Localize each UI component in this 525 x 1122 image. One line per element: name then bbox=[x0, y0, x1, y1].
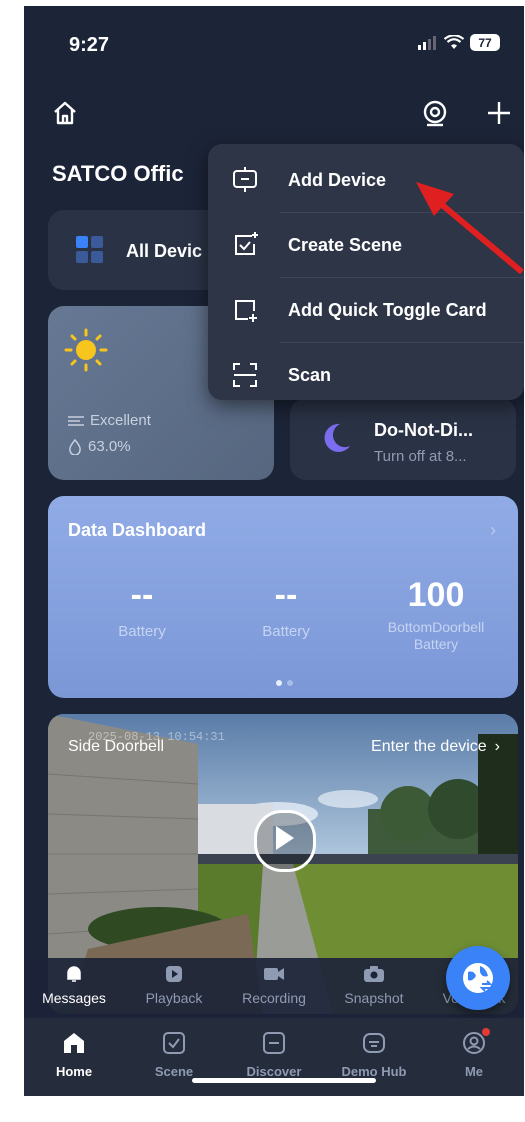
app-screen: 9:27 77 SATCO Offic All Devic Excellent … bbox=[24, 6, 524, 1096]
playback-icon bbox=[166, 966, 182, 982]
signal-icon bbox=[418, 35, 436, 50]
dashboard-item: 100 BottomDoorbell Battery bbox=[364, 576, 508, 653]
dashboard-label: BottomDoorbell Battery bbox=[387, 619, 485, 652]
playback-action[interactable]: Playback bbox=[124, 964, 224, 1026]
create-scene-icon bbox=[235, 232, 258, 255]
notification-dot bbox=[482, 1028, 490, 1036]
nav-home[interactable]: Home bbox=[24, 1018, 124, 1096]
moon-icon bbox=[324, 423, 350, 452]
do-not-disturb-card[interactable]: Do-Not-Di... Turn off at 8... bbox=[290, 398, 516, 480]
grid-icon bbox=[76, 236, 103, 263]
wifi-icon bbox=[444, 35, 464, 49]
dashboard-label: Battery bbox=[262, 623, 310, 640]
dashboard-title: Data Dashboard bbox=[68, 520, 207, 540]
dnd-title: Do-Not-Di... bbox=[374, 420, 473, 440]
home-title: SATCO Offic bbox=[52, 161, 184, 186]
nav-label: Me bbox=[464, 1064, 484, 1079]
humidity-value: 63.0% bbox=[88, 438, 131, 455]
menu-item-label: Create Scene bbox=[288, 234, 403, 255]
nav-scene[interactable]: Scene bbox=[124, 1018, 224, 1096]
nav-label: Discover bbox=[246, 1064, 302, 1079]
action-label: Playback bbox=[145, 990, 203, 1006]
home-indicator bbox=[192, 1078, 376, 1083]
snapshot-action[interactable]: Snapshot bbox=[324, 964, 424, 1026]
air-quality-value: Excellent bbox=[90, 412, 151, 429]
action-label: Messages bbox=[42, 990, 106, 1006]
bell-icon bbox=[67, 966, 81, 982]
droplet-icon bbox=[69, 438, 81, 455]
menu-scan[interactable]: Scan bbox=[208, 343, 524, 407]
add-device-icon bbox=[233, 167, 257, 192]
quick-toggle-icon bbox=[235, 300, 257, 322]
humidity-row: 63.0% bbox=[68, 438, 131, 455]
nav-demo-hub[interactable]: Demo Hub bbox=[324, 1018, 424, 1096]
menu-item-label: Add Device bbox=[288, 169, 387, 190]
dashboard-value: -- bbox=[274, 576, 298, 614]
home-icon bbox=[64, 1033, 84, 1053]
page-indicator bbox=[276, 680, 293, 686]
enter-device-link[interactable]: Enter the device › bbox=[371, 738, 500, 756]
demo-hub-icon bbox=[363, 1033, 385, 1053]
discover-icon bbox=[263, 1032, 285, 1054]
globe-icon bbox=[463, 963, 493, 993]
camera-timestamp: 2025-08-13 10:54:31 bbox=[88, 730, 225, 744]
chevron-right-icon: › bbox=[494, 738, 500, 755]
status-icons: 77 bbox=[418, 34, 500, 51]
scene-icon bbox=[163, 1032, 185, 1054]
dashboard-value: -- bbox=[130, 576, 154, 614]
status-time: 9:27 bbox=[69, 34, 110, 56]
annotation-arrow-icon bbox=[416, 182, 524, 275]
data-dashboard-card[interactable]: Data Dashboard › -- Battery -- Battery 1… bbox=[48, 496, 518, 698]
air-icon bbox=[68, 415, 84, 426]
recording-action[interactable]: Recording bbox=[224, 964, 324, 1026]
add-icon[interactable] bbox=[486, 100, 512, 126]
messages-action[interactable]: Messages bbox=[24, 964, 124, 1026]
dashboard-item: -- Battery bbox=[206, 576, 366, 640]
play-icon bbox=[276, 826, 294, 850]
camera-icon bbox=[364, 966, 384, 982]
sun-icon bbox=[64, 328, 108, 372]
enter-device-label: Enter the device bbox=[371, 738, 487, 755]
battery-indicator: 77 bbox=[470, 34, 500, 51]
nav-label: Scene bbox=[154, 1064, 194, 1079]
play-button[interactable] bbox=[254, 810, 316, 872]
all-devices-label: All Devic bbox=[126, 241, 203, 261]
air-quality-row: Excellent bbox=[68, 412, 151, 429]
chevron-right-icon: › bbox=[490, 520, 496, 540]
menu-item-label: Scan bbox=[288, 364, 332, 385]
nav-me[interactable]: Me bbox=[424, 1018, 524, 1096]
nav-label: Demo Hub bbox=[341, 1064, 407, 1079]
dashboard-label: Battery bbox=[118, 623, 166, 640]
nav-label: Home bbox=[55, 1064, 93, 1079]
recording-icon bbox=[264, 968, 284, 980]
bottom-nav: Home Scene Discover Demo Hub Me bbox=[24, 1018, 524, 1096]
dnd-subtitle: Turn off at 8... bbox=[374, 448, 467, 465]
dashboard-item: -- Battery bbox=[62, 576, 222, 640]
menu-add-quick-toggle-card[interactable]: Add Quick Toggle Card bbox=[208, 278, 524, 342]
camera-device-icon[interactable] bbox=[422, 100, 448, 128]
floating-assistant-button[interactable] bbox=[446, 946, 510, 1010]
menu-item-label: Add Quick Toggle Card bbox=[288, 299, 487, 320]
home-icon[interactable] bbox=[52, 100, 78, 126]
action-label: Snapshot bbox=[344, 990, 404, 1006]
nav-discover[interactable]: Discover bbox=[224, 1018, 324, 1096]
action-label: Recording bbox=[242, 990, 306, 1006]
dashboard-value: 100 bbox=[407, 576, 465, 614]
scan-icon bbox=[233, 363, 257, 387]
